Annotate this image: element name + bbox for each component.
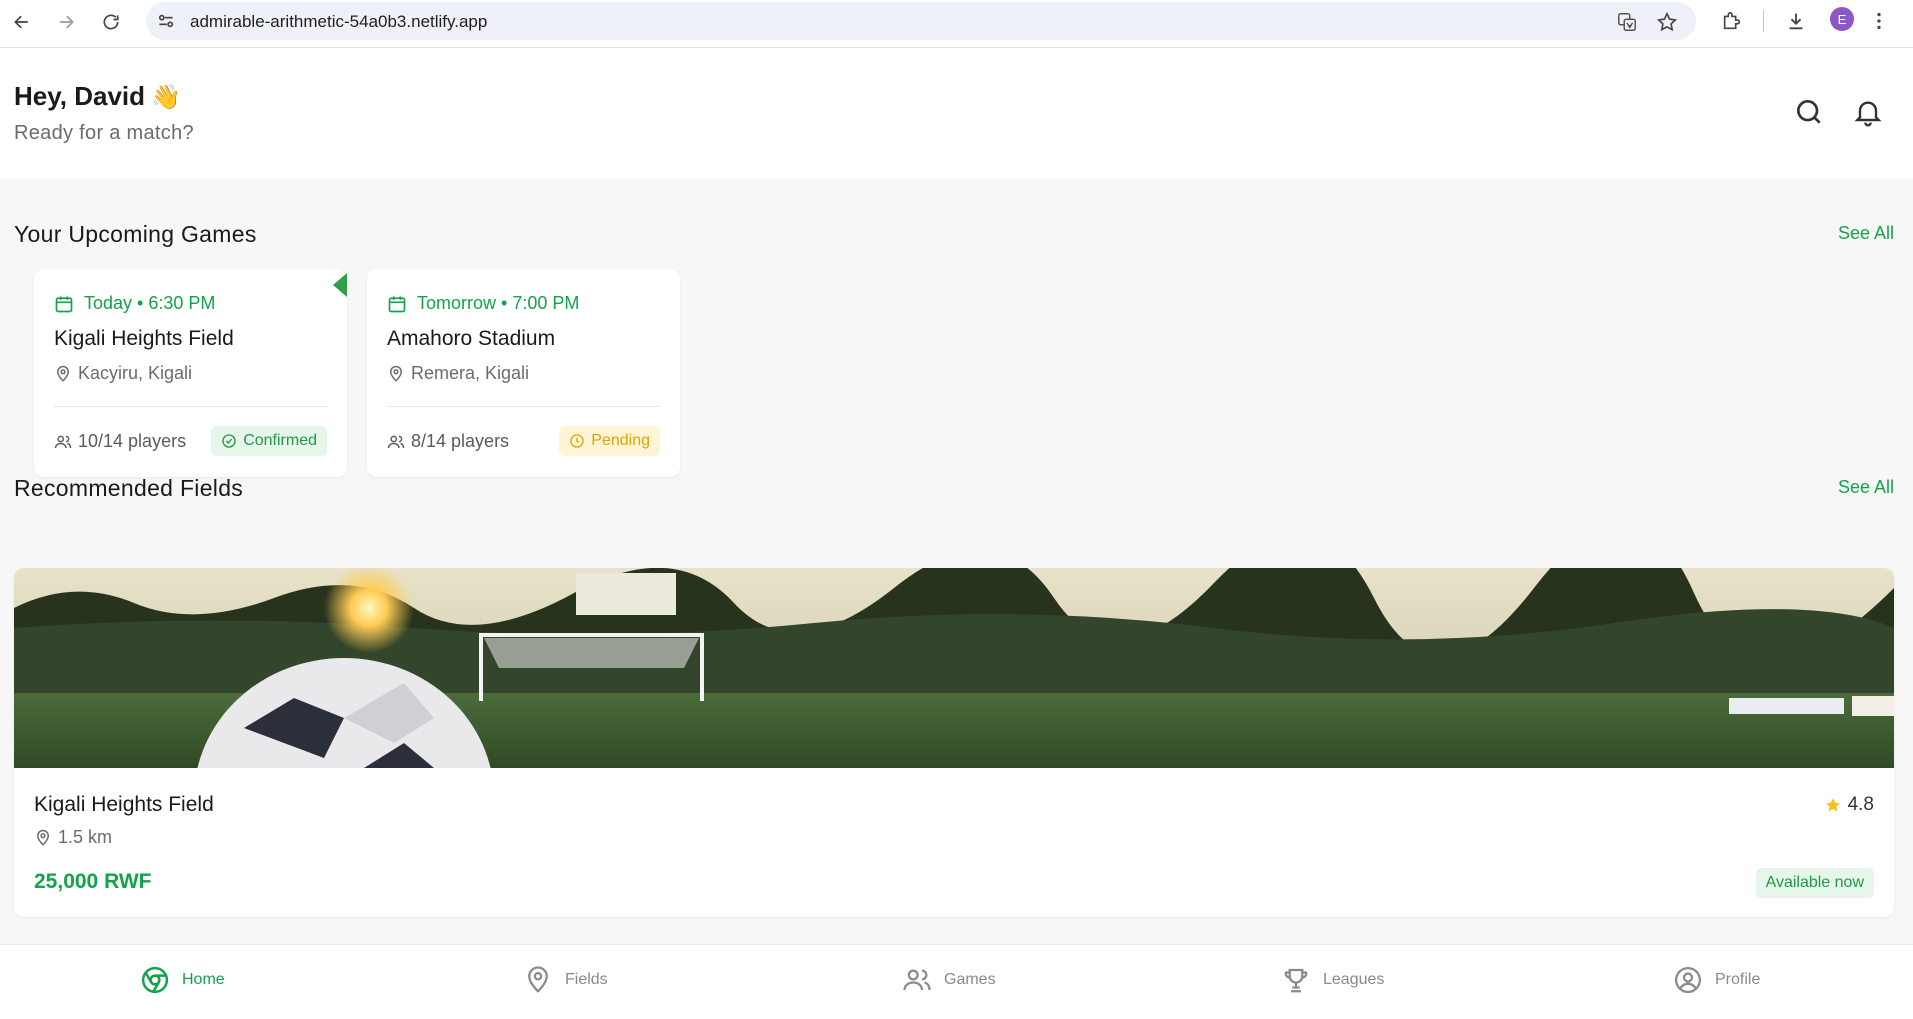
arrow-left-icon [14,15,28,29]
status-badge-text: Pending [591,432,650,449]
app-header: Hey, David 👋 Ready for a match? [0,49,1913,179]
availability-badge: Available now [1755,868,1874,898]
game-players-text: 8/14 players [411,431,510,451]
forward-button[interactable] [50,6,82,38]
url-text[interactable]: admirable-arithmetic-54a0b3.netlify.app [190,12,487,32]
calendar-icon [55,296,73,312]
bell-icon[interactable] [1852,96,1884,128]
trophy-icon [1284,968,1308,993]
map-pin-icon [56,365,70,382]
calendar-icon [388,296,406,312]
greeting-subtitle: Ready for a match? [14,122,194,144]
kebab-menu-icon [1877,12,1881,30]
map-pin-icon [389,365,403,382]
puzzle-icon [1723,11,1741,30]
app-root: Hey, David 👋 Ready for a match? Your Upco… [0,49,1913,1019]
upcoming-games-title: Your Upcoming Games [14,221,257,247]
map-pin-icon [36,829,50,846]
translate-icon[interactable] [1616,11,1638,33]
game-location-text: Kacyiru, Kigali [78,363,193,383]
site-info-icon[interactable] [156,11,176,31]
profile-avatar[interactable]: E [1830,7,1854,31]
users-icon [903,969,931,991]
game-players-text: 10/14 players [78,431,187,451]
arrow-right-icon [60,15,74,29]
game-date-text: Today • 6:30 PM [84,293,216,313]
back-button[interactable] [6,6,38,38]
search-icon[interactable] [1793,96,1825,128]
recommended-fields-title: Recommended Fields [14,475,244,501]
greeting: Hey, David 👋 [14,81,181,112]
card-divider [387,406,660,407]
nav-item-leagues[interactable]: Leagues [1281,965,1384,995]
nav-label: Games [944,971,996,988]
star-icon [1825,798,1840,812]
menu-button[interactable] [1866,8,1892,34]
nav-item-fields[interactable]: Fields [523,965,608,995]
field-name: Kigali Heights Field [34,793,214,816]
toolbar-divider [1763,10,1764,32]
game-players: 10/14 players [54,431,186,452]
card-divider [54,406,327,407]
star-icon[interactable] [1656,11,1678,33]
game-location: Kacyiru, Kigali [54,363,192,384]
upcoming-see-all-link[interactable]: See All [1838,223,1894,244]
home-icon [141,966,169,994]
game-date: Today • 6:30 PM [54,293,215,314]
status-badge: Confirmed [211,426,327,456]
check-circle-icon [222,434,236,448]
game-players: 8/14 players [387,431,509,452]
highlight-marker [333,273,347,297]
nav-label: Leagues [1323,971,1385,988]
nav-label: Home [182,971,225,988]
nav-label: Fields [565,971,608,988]
game-date-text: Tomorrow • 7:00 PM [417,293,580,313]
field-distance-text: 1.5 km [58,827,113,847]
greeting-text: Hey, David [14,81,146,111]
nav-item-profile[interactable]: Profile [1673,965,1760,995]
nav-item-home[interactable]: Home [140,965,225,995]
game-card[interactable]: Tomorrow • 7:00 PM Amahoro Stadium Remer… [367,269,680,477]
reload-button[interactable] [95,6,127,38]
status-badge-text: Confirmed [243,432,317,449]
wave-emoji: 👋 [151,84,181,111]
user-circle-icon [1675,967,1701,993]
map-pin-icon [528,966,548,993]
downloads-button[interactable] [1783,8,1809,34]
field-price: 25,000 RWF [34,870,152,893]
nav-label: Profile [1715,971,1761,988]
game-location-text: Remera, Kigali [411,363,530,383]
users-icon [387,435,405,448]
field-photo [14,568,1894,768]
bottom-nav: Home Fields Games Leagues Profile [0,944,1913,1019]
game-field-name: Kigali Heights Field [54,327,234,350]
field-rating-text: 4.8 [1847,794,1874,815]
nav-item-games[interactable]: Games [902,965,996,995]
extensions-button[interactable] [1719,8,1745,34]
field-card[interactable]: Kigali Heights Field 1.5 km 4.8 25,000 R… [14,568,1894,917]
reload-icon [103,14,119,30]
field-distance: 1.5 km [34,827,112,848]
browser-toolbar: admirable-arithmetic-54a0b3.netlify.app … [0,0,1913,48]
recommended-see-all-link[interactable]: See All [1838,477,1894,498]
game-location: Remera, Kigali [387,363,529,384]
users-icon [54,435,72,448]
status-badge: Pending [559,426,660,456]
address-bar[interactable]: admirable-arithmetic-54a0b3.netlify.app [146,2,1696,40]
download-icon [1789,13,1803,30]
field-rating: 4.8 [1824,794,1874,816]
game-date: Tomorrow • 7:00 PM [387,293,579,314]
game-card[interactable]: Today • 6:30 PM Kigali Heights Field Kac… [34,269,347,477]
game-field-name: Amahoro Stadium [387,327,556,350]
clock-icon [570,434,584,448]
